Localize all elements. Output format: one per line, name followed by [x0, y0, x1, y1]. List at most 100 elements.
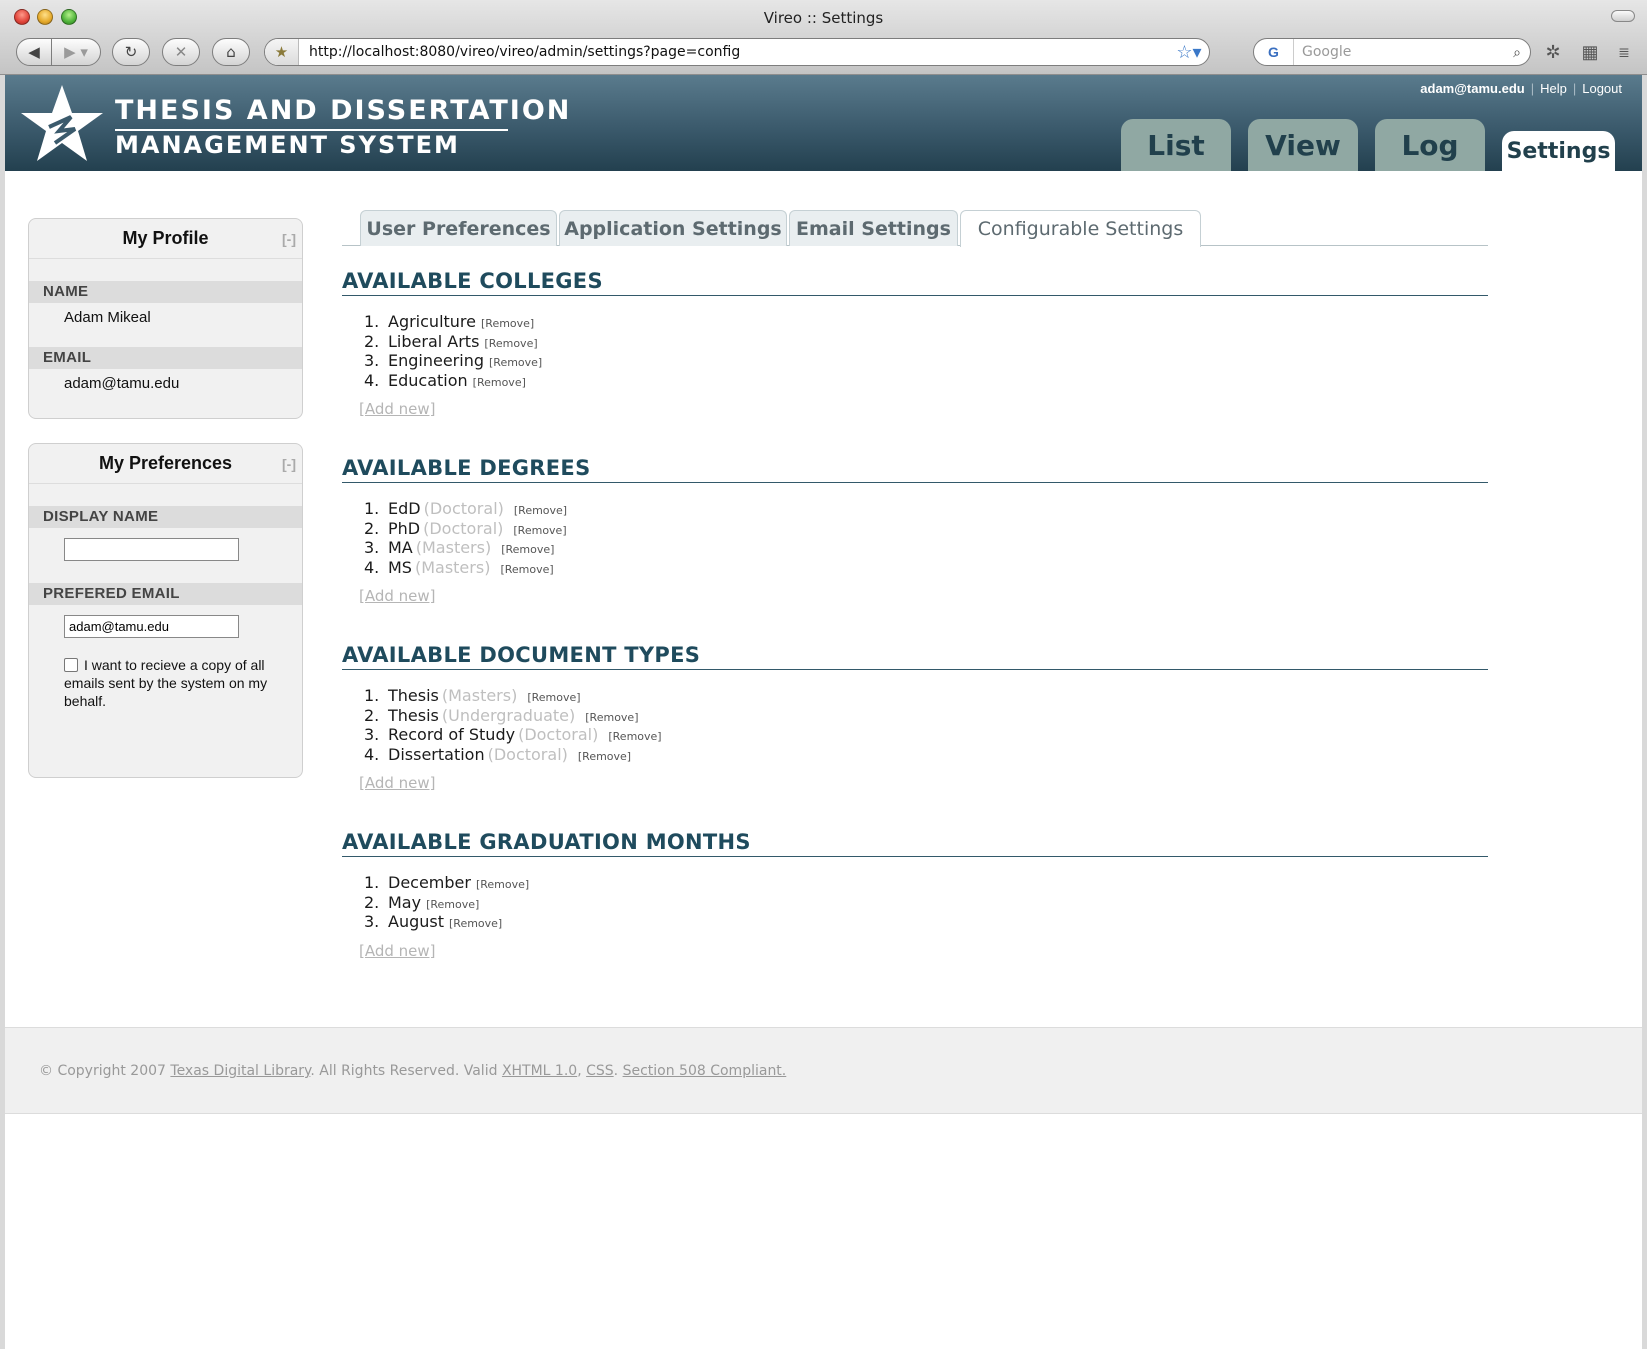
tab-application-settings[interactable]: Application Settings [559, 210, 787, 246]
section-508-link[interactable]: Section 508 Compliant. [623, 1063, 787, 1079]
degrees-list: 1. EdD (Doctoral) [Remove] 2. PhD (Doctoral) [… [342, 499, 1488, 577]
reload-button[interactable]: ↻ [112, 38, 150, 66]
forward-button[interactable]: ▶ ▾ [51, 38, 101, 66]
preferred-email-field[interactable] [64, 615, 239, 638]
settings-tab-bar: User Preferences Application Settings Em… [342, 210, 1488, 247]
logo-title-line1: THESIS AND DISSERTATION [115, 95, 572, 126]
item-name: Agriculture [388, 312, 476, 331]
remove-link[interactable]: [Remove] [476, 878, 529, 891]
remove-link[interactable]: [Remove] [426, 898, 479, 911]
back-arrow-icon: ◀ [28, 43, 40, 61]
my-profile-title: My Profile [122, 228, 209, 248]
item-number: 3. [364, 538, 380, 557]
remove-link[interactable]: [Remove] [513, 524, 566, 537]
home-icon: ⌂ [226, 43, 236, 61]
remove-link[interactable]: [Remove] [608, 730, 661, 743]
search-icon[interactable]: ⌕ [1504, 44, 1530, 61]
my-preferences-title: My Preferences [98, 453, 233, 473]
section-title: AVAILABLE DOCUMENT TYPES [342, 643, 1488, 670]
tab-configurable-settings[interactable]: Configurable Settings [960, 210, 1201, 247]
logo-star-icon [21, 85, 103, 161]
item-name: Dissertation [388, 744, 485, 764]
remove-link[interactable]: [Remove] [585, 711, 638, 724]
document-types-section: AVAILABLE DOCUMENT TYPES 1. Thesis (Master… [342, 643, 1488, 792]
email-label: EMAIL [29, 347, 302, 369]
item-number: 3. [364, 725, 380, 744]
search-input[interactable]: Google [1294, 44, 1504, 60]
my-preferences-panel: My Preferences [-] DISPLAY NAME PREFERED… [28, 443, 303, 778]
stop-icon: ✕ [174, 43, 188, 61]
add-college-link[interactable]: [Add new] [359, 400, 1488, 418]
panel-title: My Profile [-] [29, 219, 302, 259]
database-icon[interactable]: ≣ [1612, 40, 1636, 64]
footer-text: © Copyright 2007 Texas Digital Library. … [39, 1063, 786, 1079]
remove-link[interactable]: [Remove] [449, 917, 502, 930]
display-name-field[interactable] [64, 538, 239, 561]
list-item: 4. Dissertation (Doctoral) [Remove] [364, 745, 1488, 765]
site-identity-icon[interactable]: ★ [265, 39, 299, 65]
item-name: Education [388, 370, 468, 390]
section-title: AVAILABLE DEGREES [342, 456, 1488, 483]
email-copy-label: I want to recieve a copy of all emails s… [64, 657, 268, 709]
home-button[interactable]: ⌂ [212, 38, 250, 66]
firebug-icon[interactable]: ✲ [1541, 40, 1565, 64]
item-number: 2. [364, 331, 380, 351]
panel-title: My Preferences [-] [29, 444, 302, 484]
item-number: 4. [364, 557, 380, 577]
add-graduation-month-link[interactable]: [Add new] [359, 942, 1488, 960]
toolbar-toggle-button[interactable] [1611, 10, 1635, 22]
remove-link[interactable]: [Remove] [514, 504, 567, 517]
profile-email: adam@tamu.edu [64, 375, 180, 392]
tab-user-preferences[interactable]: User Preferences [360, 210, 557, 246]
window-right-edge [1642, 75, 1647, 1349]
stop-button[interactable]: ✕ [162, 38, 200, 66]
remove-link[interactable]: [Remove] [481, 317, 534, 330]
list-item: 4. Education [Remove] [364, 371, 1488, 391]
current-user-link[interactable]: adam@tamu.edu [1420, 81, 1524, 96]
bookmark-star-icon[interactable]: ☆▾ [1169, 42, 1209, 63]
my-profile-panel: My Profile [-] NAME Adam Mikeal EMAIL ad… [28, 218, 303, 419]
remove-link[interactable]: [Remove] [500, 563, 553, 576]
item-qualifier: (Masters) [441, 686, 518, 705]
list-item: 1. Thesis (Masters) [Remove] [364, 686, 1488, 706]
help-link[interactable]: Help [1540, 81, 1567, 96]
address-bar[interactable]: ★ http://localhost:8080/vireo/vireo/admi… [264, 38, 1210, 66]
tab-log[interactable]: Log [1375, 119, 1485, 171]
remove-link[interactable]: [Remove] [484, 337, 537, 350]
tdl-link[interactable]: Texas Digital Library [170, 1063, 310, 1079]
add-document-type-link[interactable]: [Add new] [359, 774, 1488, 792]
display-name-label: DISPLAY NAME [29, 506, 302, 528]
collapse-toggle[interactable]: [-] [282, 231, 296, 247]
collapse-toggle[interactable]: [-] [282, 456, 296, 472]
item-number: 4. [364, 744, 380, 764]
url-text[interactable]: http://localhost:8080/vireo/vireo/admin/… [299, 44, 1169, 60]
item-name: MA [388, 538, 413, 557]
remove-link[interactable]: [Remove] [501, 543, 554, 556]
tab-email-settings[interactable]: Email Settings [789, 210, 958, 246]
list-item: 3. Engineering [Remove] [364, 351, 1488, 371]
xhtml-link[interactable]: XHTML 1.0 [502, 1063, 577, 1079]
item-qualifier: (Doctoral) [423, 518, 504, 538]
tab-list[interactable]: List [1121, 119, 1231, 171]
profile-name: Adam Mikeal [64, 309, 151, 326]
item-name: August [388, 912, 444, 931]
tab-view[interactable]: View [1248, 119, 1358, 171]
list-item: 2. Liberal Arts [Remove] [364, 332, 1488, 352]
remove-link[interactable]: [Remove] [578, 750, 631, 763]
utility-links: adam@tamu.edu | Help | Logout [1420, 81, 1622, 96]
item-qualifier: (Undergraduate) [441, 705, 576, 725]
email-copy-checkbox[interactable] [64, 658, 78, 672]
item-name: Liberal Arts [388, 331, 480, 351]
tab-settings[interactable]: Settings [1502, 131, 1615, 171]
css-link[interactable]: CSS [586, 1063, 614, 1079]
back-button[interactable]: ◀ [16, 38, 52, 66]
page-footer: © Copyright 2007 Texas Digital Library. … [5, 1027, 1642, 1114]
qr-code-icon[interactable]: ▦ [1578, 40, 1602, 64]
remove-link[interactable]: [Remove] [527, 691, 580, 704]
search-engine-icon[interactable]: G [1254, 39, 1294, 65]
logout-link[interactable]: Logout [1582, 81, 1622, 96]
search-box[interactable]: G Google ⌕ [1253, 38, 1531, 66]
remove-link[interactable]: [Remove] [489, 356, 542, 369]
add-degree-link[interactable]: [Add new] [359, 587, 1488, 605]
remove-link[interactable]: [Remove] [473, 376, 526, 389]
